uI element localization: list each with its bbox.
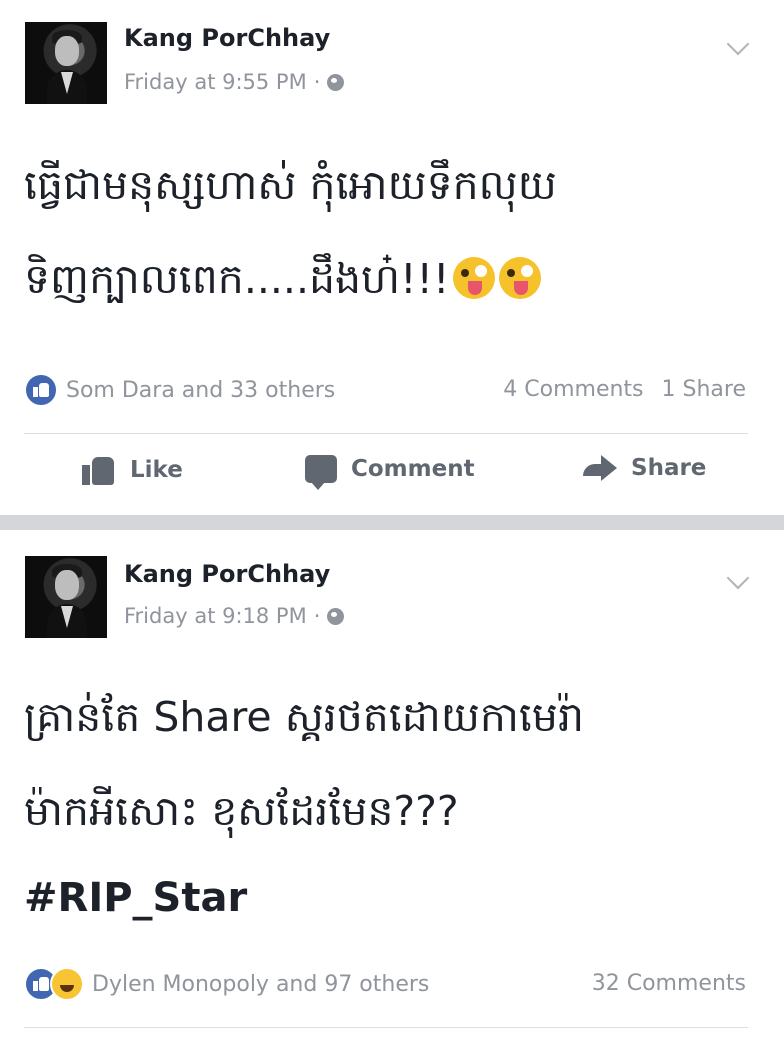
reactions-label: Som Dara and 33 others (66, 377, 336, 403)
like-label: Like (130, 457, 183, 483)
author-name[interactable]: Kang PorChhay (124, 24, 330, 52)
winking-tongue-emoji (453, 257, 496, 299)
haha-reaction-icon (50, 967, 84, 1001)
comments-count[interactable]: 4 Comments (503, 377, 643, 402)
post-text: គ្រាន់តែ Share ស្គរថតដោយកាមេរ៉ា ម៉ាកអីសោ… (24, 670, 754, 858)
winking-tongue-emoji (499, 257, 542, 299)
post-card: Kang PorChhay Friday at 9:18 PM · គ្រាន់… (0, 530, 784, 1039)
post-separator (0, 515, 784, 530)
post-card: Kang PorChhay Friday at 9:55 PM · ធ្វើជា… (0, 0, 784, 515)
share-arrow-icon (583, 455, 617, 481)
avatar[interactable] (25, 556, 107, 638)
engagement-counts: 4 Comments 1 Share (503, 377, 746, 402)
post-text-line-2: ម៉ាកអីសោះ ខុសដែរមែន??? (24, 787, 459, 835)
post-text-line-2: ទិញក្បាលពេក.....ដឹងហ៎!!! (24, 255, 450, 303)
timestamp[interactable]: Friday at 9:18 PM (124, 604, 307, 628)
author-name[interactable]: Kang PorChhay (124, 560, 330, 588)
thumbs-up-icon (82, 455, 116, 485)
chevron-down-icon[interactable] (726, 32, 750, 56)
reactions-summary[interactable]: Dylen Monopoly and 97 others (24, 967, 429, 1001)
comment-button[interactable]: Comment (305, 455, 475, 490)
share-label: Share (631, 455, 707, 481)
meta-separator: · (313, 604, 321, 628)
comments-count[interactable]: 32 Comments (592, 971, 746, 996)
globe-icon[interactable] (327, 73, 345, 91)
comment-label: Comment (351, 456, 475, 482)
divider (24, 433, 748, 434)
post-text-line-1: ធ្វើជាមនុស្សហាស់ កុំអោយទឹកលុយ (24, 161, 557, 209)
meta-separator: · (313, 70, 321, 94)
chevron-down-icon[interactable] (726, 566, 750, 590)
reactions-summary[interactable]: Som Dara and 33 others (24, 373, 335, 407)
avatar[interactable] (25, 22, 107, 104)
share-button[interactable]: Share (583, 455, 706, 481)
globe-icon[interactable] (327, 607, 345, 625)
shares-count[interactable]: 1 Share (662, 377, 746, 402)
engagement-counts: 32 Comments (592, 971, 746, 996)
comment-icon (305, 455, 337, 490)
divider (24, 1027, 748, 1028)
action-bar: Like Comment Share (0, 445, 784, 503)
post-text: ធ្វើជាមនុស្សហាស់ កុំអោយទឹកលុយ ទិញក្បាលពេ… (24, 138, 754, 326)
like-button[interactable]: Like (82, 455, 183, 485)
post-meta: Friday at 9:18 PM · (124, 604, 345, 628)
like-reaction-icon (24, 373, 58, 407)
hashtag-link[interactable]: #RIP_Star (24, 875, 247, 921)
post-text-line-1: គ្រាន់តែ Share ស្គរថតដោយកាមេរ៉ា (24, 693, 584, 741)
reactions-label: Dylen Monopoly and 97 others (92, 971, 430, 997)
timestamp[interactable]: Friday at 9:55 PM (124, 70, 307, 94)
post-meta: Friday at 9:55 PM · (124, 70, 345, 94)
